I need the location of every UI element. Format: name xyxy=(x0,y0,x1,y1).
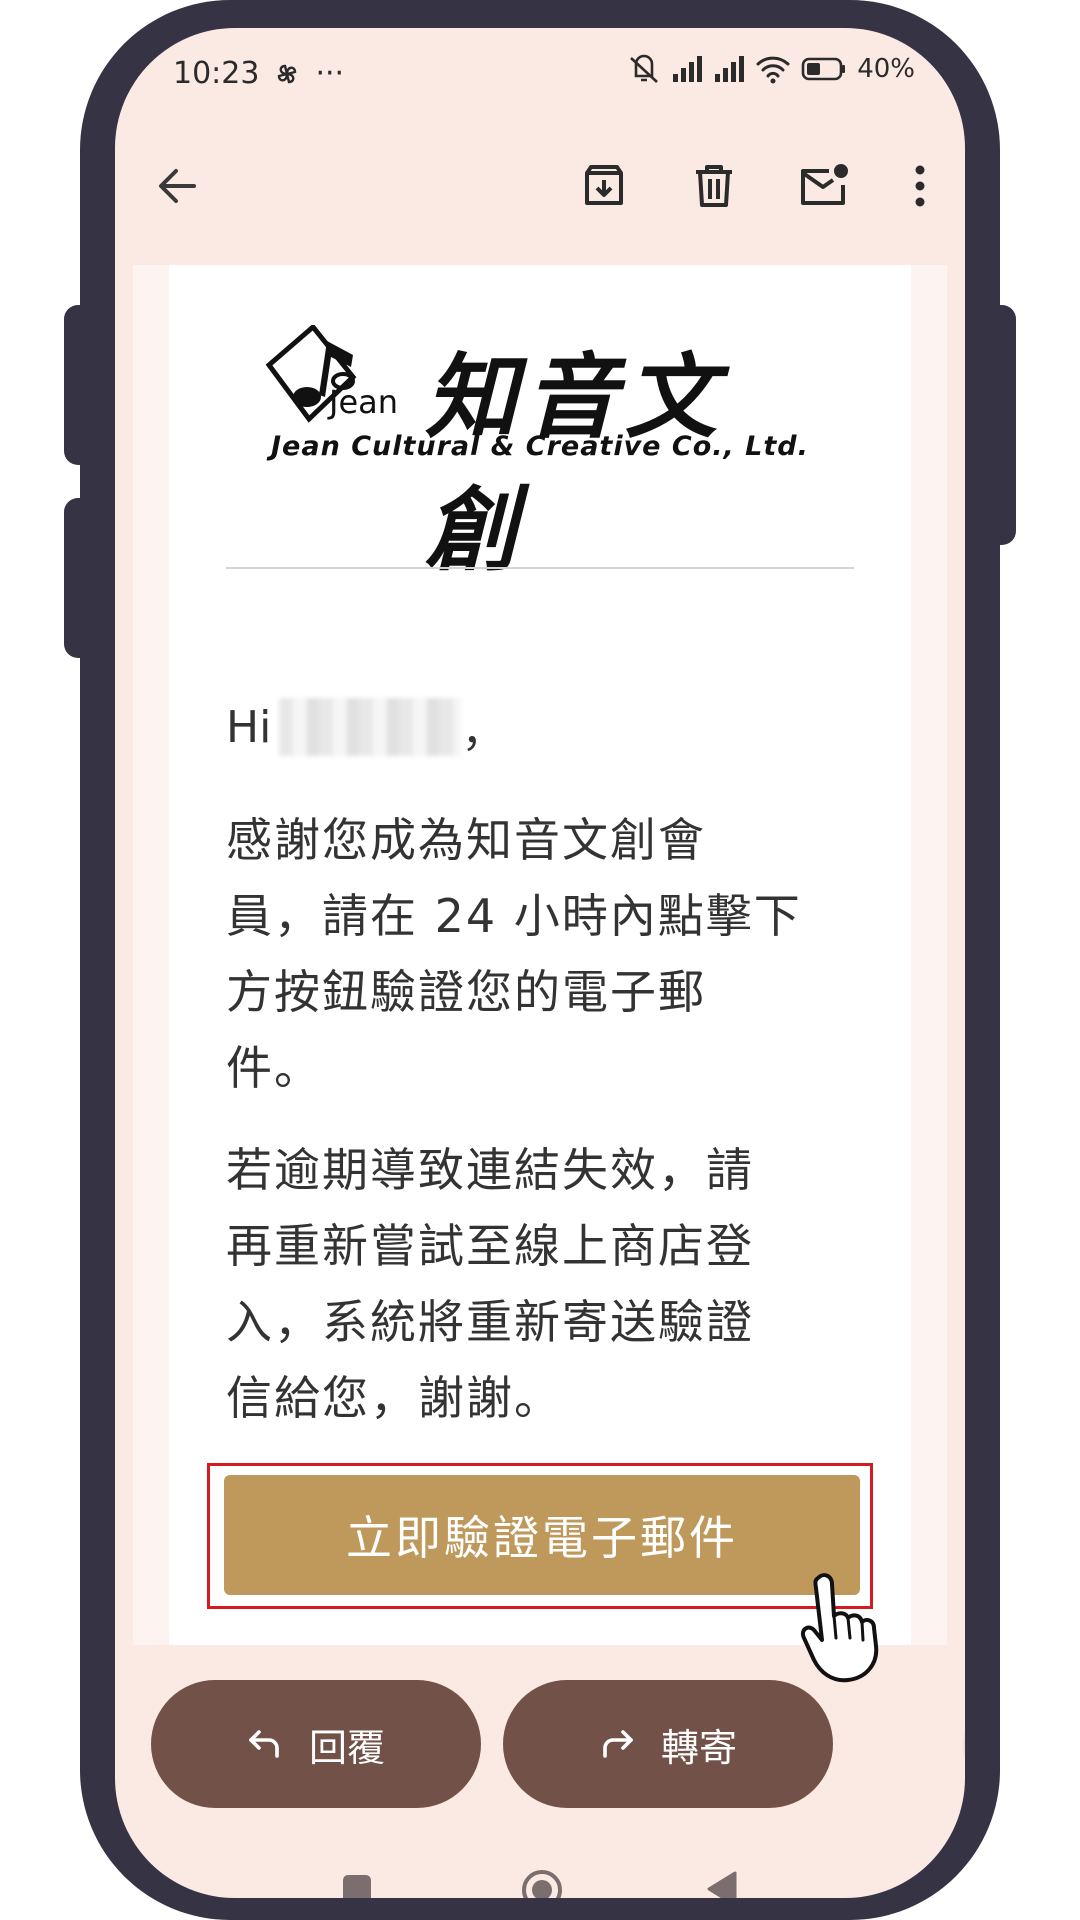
company-logo: Jean 知音文創 Jean Cultural & Creative Co., … xyxy=(261,323,821,584)
pointing-hand-icon xyxy=(801,1573,879,1683)
more-options-button[interactable] xyxy=(892,158,948,214)
back-button[interactable] xyxy=(149,158,205,214)
paragraph-line: 方按鈕驗證您的電子郵 xyxy=(226,965,706,1019)
nav-back-button[interactable] xyxy=(705,1870,739,1898)
clock: 10:23 xyxy=(173,56,260,91)
email-card: Jean 知音文創 Jean Cultural & Creative Co., … xyxy=(169,265,911,1645)
emoji-reaction-button[interactable] xyxy=(963,1704,965,1786)
signal-icon-2 xyxy=(715,56,745,82)
paragraph-line: 員，請在 24 小時內點擊下 xyxy=(226,889,802,943)
nav-home-button[interactable] xyxy=(520,1868,564,1898)
archive-button[interactable] xyxy=(576,158,632,214)
mail-unread-icon xyxy=(801,164,848,205)
greeting-suffix: ， xyxy=(461,706,506,757)
paragraph-line: 再重新嘗試至線上商店登 xyxy=(226,1219,754,1273)
archive-icon xyxy=(585,165,623,205)
reply-button[interactable]: 回覆 xyxy=(151,1680,481,1808)
battery-level: 40% xyxy=(857,54,915,84)
trash-icon xyxy=(696,165,732,207)
redacted-name xyxy=(279,698,462,756)
circle-home-icon xyxy=(522,1870,562,1898)
reply-label: 回覆 xyxy=(308,1725,385,1770)
wifi-icon xyxy=(756,56,790,84)
nav-recents-button[interactable] xyxy=(342,1874,372,1898)
greeting: Hi ， xyxy=(226,695,505,759)
pinwheel-icon xyxy=(278,64,297,83)
square-recents-icon xyxy=(343,1875,371,1898)
paragraph-verify-instructions: 感謝您成為知音文創會 員，請在 24 小時內點擊下 方按鈕驗證您的電子郵 件。 xyxy=(226,802,866,1106)
mark-unread-button[interactable] xyxy=(796,158,852,214)
logo-english-name: Jean Cultural & Creative Co., Ltd. xyxy=(271,431,809,462)
paragraph-line: 感謝您成為知音文創會 xyxy=(226,813,706,867)
email-body: Jean 知音文創 Jean Cultural & Creative Co., … xyxy=(133,265,947,1645)
forward-label: 轉寄 xyxy=(660,1725,737,1770)
logo-jean-text: Jean xyxy=(329,383,399,421)
more-vert-icon xyxy=(915,165,925,207)
vibrate-off-icon xyxy=(630,54,659,83)
header-divider xyxy=(226,567,854,569)
status-icons: 40% xyxy=(627,54,915,84)
arrow-left-icon xyxy=(159,169,196,203)
paragraph-line: 入，系統將重新寄送驗證 xyxy=(226,1295,754,1349)
forward-button[interactable]: 轉寄 xyxy=(503,1680,833,1808)
signal-icon-1 xyxy=(673,56,703,82)
battery-icon xyxy=(801,57,846,81)
more-notifications-icon: ··· xyxy=(315,56,345,91)
greeting-prefix: Hi xyxy=(226,701,272,753)
verify-email-button[interactable]: 立即驗證電子郵件 xyxy=(224,1475,860,1595)
triangle-back-icon xyxy=(707,1871,737,1898)
paragraph-expiry-note: 若逾期導致連結失效，請 再重新嘗試至線上商店登 入，系統將重新寄送驗證 信給您，… xyxy=(226,1132,866,1436)
delete-button[interactable] xyxy=(686,158,742,214)
status-time: 10:23 ··· xyxy=(173,56,344,91)
paragraph-line: 件。 xyxy=(226,1041,322,1095)
reply-icon xyxy=(249,1730,279,1758)
paragraph-line: 信給您，謝謝。 xyxy=(226,1371,562,1425)
paragraph-line: 若逾期導致連結失效，請 xyxy=(226,1143,754,1197)
forward-icon xyxy=(603,1730,633,1758)
